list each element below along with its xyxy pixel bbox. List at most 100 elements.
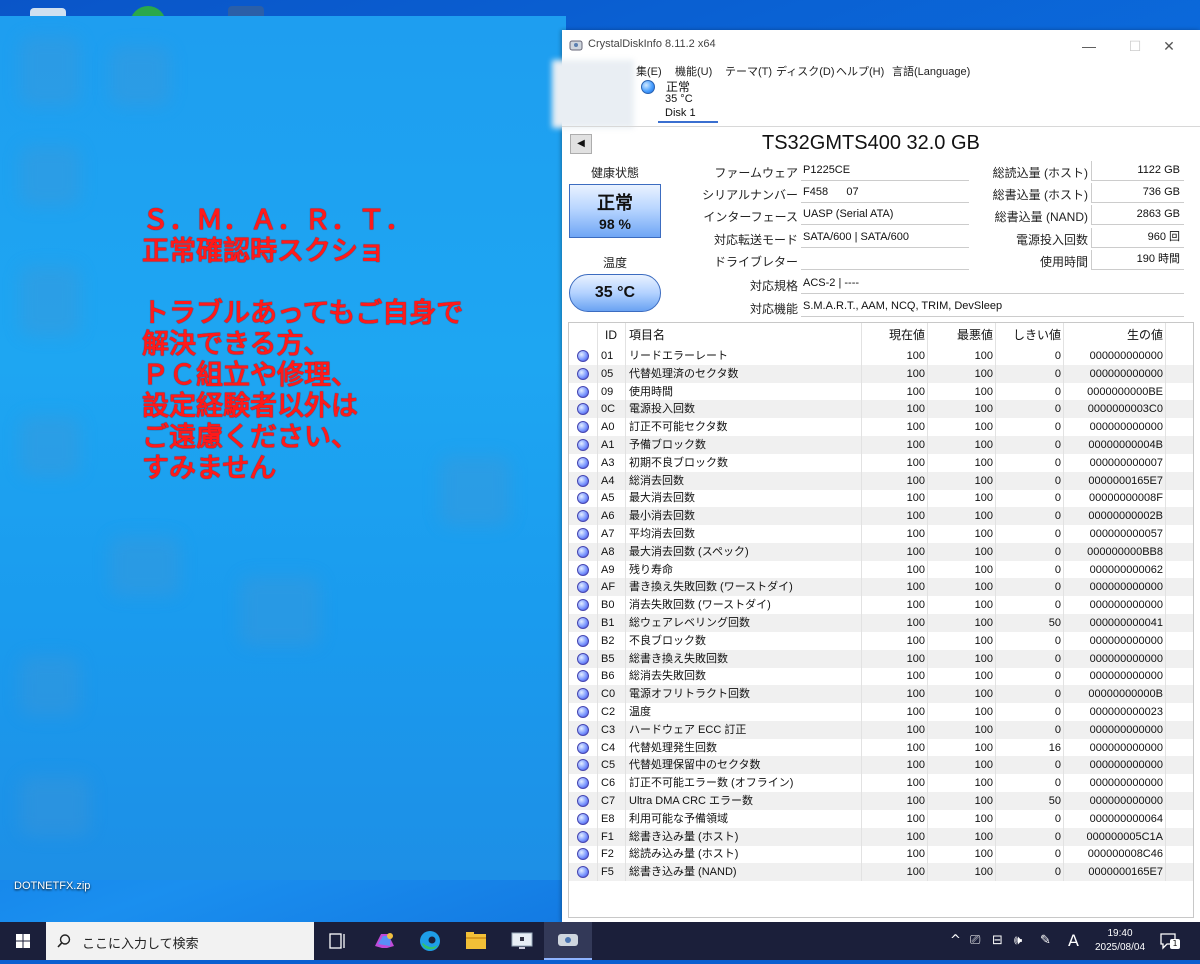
- copilot-icon[interactable]: [360, 922, 408, 960]
- column-separator: [1165, 507, 1166, 526]
- table-row[interactable]: C4 代替処理発生回数 100 100 16 000000000000: [569, 738, 1193, 757]
- monitor-app-icon[interactable]: [498, 922, 546, 960]
- menu-language[interactable]: 言語(Language): [892, 63, 970, 79]
- header-current[interactable]: 現在値: [863, 323, 925, 347]
- close-button[interactable]: ✕: [1146, 34, 1192, 58]
- column-separator: [625, 489, 626, 508]
- column-separator: [1063, 578, 1064, 597]
- table-row[interactable]: B6 総消去失敗回数 100 100 0 000000000000: [569, 667, 1193, 686]
- cell-raw: 000000000000: [1089, 723, 1163, 736]
- disk-tab-1[interactable]: 正常 35 °C Disk 1: [632, 76, 718, 124]
- cell-name: 電源オフリトラクト回数: [629, 688, 750, 701]
- table-row[interactable]: C7 Ultra DMA CRC エラー数 100 100 50 000000000000: [569, 792, 1193, 810]
- cell-name: ハードウェア ECC 訂正: [629, 723, 747, 736]
- network-icon[interactable]: ⊟: [992, 933, 1003, 948]
- table-row[interactable]: A3 初期不良ブロック数 100 100 0 000000000007: [569, 453, 1193, 472]
- windows-logo-icon: [16, 934, 30, 948]
- header-id[interactable]: ID: [605, 323, 617, 347]
- status-dot-icon: [577, 848, 589, 861]
- table-row[interactable]: F5 総書き込み量 (NAND) 100 100 0 0000000165E7: [569, 863, 1193, 882]
- disk-model-title: TS32GMTS400 32.0 GB: [762, 132, 980, 154]
- table-row[interactable]: F2 総読み込み量 (ホスト) 100 100 0 000000008C46: [569, 845, 1193, 864]
- crystaldiskinfo-taskbar-icon[interactable]: [544, 922, 592, 960]
- column-separator: [1063, 720, 1064, 739]
- ime-indicator[interactable]: A: [1068, 931, 1079, 950]
- menu-help[interactable]: ヘルプ(H): [836, 63, 884, 79]
- table-row[interactable]: A0 訂正不可能セクタ数 100 100 0 000000000000: [569, 418, 1193, 437]
- clock-date: 2025/08/04: [1094, 942, 1146, 953]
- table-row[interactable]: 0C 電源投入回数 100 100 0 0000000003C0: [569, 400, 1193, 419]
- table-row[interactable]: B2 不良ブロック数 100 100 0 000000000000: [569, 631, 1193, 650]
- header-threshold[interactable]: しきい値: [997, 323, 1061, 347]
- cell-name: 総消去回数: [629, 474, 684, 487]
- desktop-file-label[interactable]: DOTNETFX.zip: [14, 880, 90, 892]
- table-row[interactable]: A5 最大消去回数 100 100 0 00000000008F: [569, 489, 1193, 508]
- table-row[interactable]: 09 使用時間 100 100 0 0000000000BE: [569, 382, 1193, 401]
- column-separator: [625, 453, 626, 472]
- edge-browser-icon[interactable]: [406, 922, 454, 960]
- start-button[interactable]: [0, 922, 46, 960]
- table-row[interactable]: A7 平均消去回数 100 100 0 000000000057: [569, 525, 1193, 543]
- cell-id: B6: [601, 670, 615, 683]
- cell-id: F2: [601, 848, 614, 861]
- cell-name: Ultra DMA CRC エラー数: [629, 795, 754, 807]
- table-row[interactable]: A9 残り寿命 100 100 0 000000000062: [569, 560, 1193, 579]
- cell-name: リードエラーレート: [629, 350, 728, 362]
- show-hidden-icons-icon[interactable]: ^: [950, 933, 961, 948]
- volume-icon[interactable]: 🕪: [1014, 933, 1022, 948]
- clock[interactable]: 19:40 2025/08/04: [1090, 927, 1150, 955]
- column-separator: [597, 720, 598, 739]
- title-bar[interactable]: CrystalDiskInfo 8.11.2 x64 — ☐ ✕: [562, 30, 1200, 60]
- minimize-button[interactable]: —: [1066, 34, 1112, 58]
- header-raw[interactable]: 生の値: [1065, 323, 1163, 347]
- taskbar-search[interactable]: ここに入力して検索: [46, 922, 314, 960]
- table-row[interactable]: B1 総ウェアレベリング回数 100 100 50 000000000041: [569, 614, 1193, 632]
- menu-theme[interactable]: テーマ(T): [725, 63, 772, 79]
- table-row[interactable]: C3 ハードウェア ECC 訂正 100 100 0 000000000000: [569, 720, 1193, 739]
- column-separator: [861, 614, 862, 632]
- table-row[interactable]: C0 電源オフリトラクト回数 100 100 0 00000000000B: [569, 685, 1193, 704]
- cell-id: 05: [601, 367, 614, 380]
- status-dot-icon: [577, 563, 589, 576]
- table-row[interactable]: E8 利用可能な予備領域 100 100 0 000000000064: [569, 809, 1193, 828]
- cell-worst: 100: [974, 456, 993, 469]
- table-row[interactable]: 05 代替処理済のセクタ数 100 100 0 000000000000: [569, 364, 1193, 383]
- cell-id: A8: [601, 545, 615, 558]
- header-name[interactable]: 項目名: [629, 323, 665, 347]
- cell-raw: 000000000000: [1089, 350, 1163, 362]
- menu-disk[interactable]: ディスク(D): [776, 63, 835, 79]
- pen-icon[interactable]: ✎: [1040, 933, 1051, 948]
- table-row[interactable]: A1 予備ブロック数 100 100 0 00000000004B: [569, 436, 1193, 454]
- table-row[interactable]: F1 総書き込み量 (ホスト) 100 100 0 000000005C1A: [569, 827, 1193, 846]
- health-status-button[interactable]: 正常 98 %: [569, 184, 661, 238]
- table-row[interactable]: C5 代替処理保留中のセクタ数 100 100 0 000000000000: [569, 756, 1193, 775]
- table-row[interactable]: A8 最大消去回数 (スペック) 100 100 0 000000000BB8: [569, 542, 1193, 561]
- task-view-icon[interactable]: [314, 922, 362, 960]
- column-separator: [597, 542, 598, 561]
- notification-center-button[interactable]: 1: [1158, 931, 1180, 951]
- column-separator: [995, 436, 996, 454]
- status-dot-icon: [577, 421, 589, 434]
- status-dot-icon: [577, 706, 589, 718]
- table-row[interactable]: 01 リードエラーレート 100 100 0 000000000000: [569, 347, 1193, 365]
- previous-disk-button[interactable]: ◀: [570, 134, 592, 154]
- table-row[interactable]: AF 書き換え失敗回数 (ワーストダイ) 100 100 0 000000000000: [569, 578, 1193, 597]
- table-row[interactable]: A4 総消去回数 100 100 0 0000000165E7: [569, 471, 1193, 490]
- file-explorer-icon[interactable]: [452, 922, 500, 960]
- serial-value: F458 07: [801, 183, 969, 203]
- table-row[interactable]: B5 総書き換え失敗回数 100 100 0 000000000000: [569, 649, 1193, 668]
- temperature-display[interactable]: 35 °C: [569, 274, 661, 312]
- divider: [562, 126, 1200, 127]
- cell-worst: 100: [974, 350, 993, 362]
- status-dot-icon: [577, 759, 589, 772]
- table-row[interactable]: B0 消去失敗回数 (ワーストダイ) 100 100 0 000000000000: [569, 596, 1193, 615]
- table-row[interactable]: C2 温度 100 100 0 000000000023: [569, 703, 1193, 721]
- table-row[interactable]: C6 訂正不可能エラー数 (オフライン) 100 100 0 000000000000: [569, 774, 1193, 793]
- header-worst[interactable]: 最悪値: [929, 323, 993, 347]
- cell-id: E8: [601, 812, 615, 825]
- cell-id: A6: [601, 510, 615, 523]
- meet-now-icon[interactable]: ⎚: [970, 933, 980, 948]
- table-row[interactable]: A6 最小消去回数 100 100 0 00000000002B: [569, 507, 1193, 526]
- cell-id: C3: [601, 723, 616, 736]
- smart-attribute-table[interactable]: ID 項目名 現在値 最悪値 しきい値 生の値 01 リードエラーレート 100 10…: [568, 322, 1194, 918]
